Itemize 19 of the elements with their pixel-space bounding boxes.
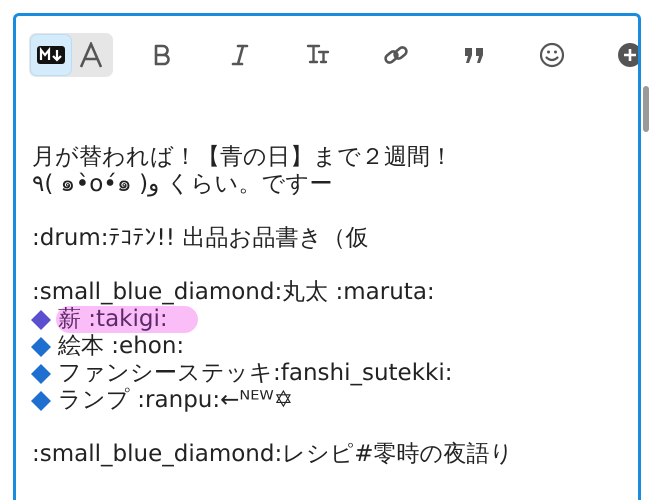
text-line: 月が替われば！【青の日】まで２週間！ <box>31 144 454 171</box>
diamond-icon <box>30 308 52 330</box>
text-line: ランプ :ranpu:←ᴺᴱᵂ✡ <box>57 387 294 414</box>
text-line: :small_blue_diamond:丸太 :maruta: <box>31 279 436 306</box>
text-line: ファンシーステッキ:fanshi_sutekki: <box>57 360 454 387</box>
scrollbar[interactable] <box>643 86 649 132</box>
diamond-icon <box>30 390 52 412</box>
text-line: :drum:ﾃｺﾃﾝ!! 出品お品書き（仮 <box>31 225 370 252</box>
markdown-icon <box>37 46 65 64</box>
smiley-icon[interactable] <box>539 42 565 68</box>
text-line: :small_blue_diamond:レシピ#零時の夜語り <box>31 441 514 468</box>
text-line: ٩( ๑•̀o•́๑ )و くらい。ですー <box>31 171 334 198</box>
markdown-mode-button[interactable] <box>31 35 71 75</box>
diamond-icon <box>30 336 52 358</box>
plus-icon[interactable] <box>617 42 638 68</box>
text-line: 絵本 :ehon: <box>57 333 186 360</box>
text-line: 薪 :takigi: <box>56 306 198 333</box>
letter-a-icon <box>79 42 103 68</box>
diamond-icon <box>30 362 52 384</box>
